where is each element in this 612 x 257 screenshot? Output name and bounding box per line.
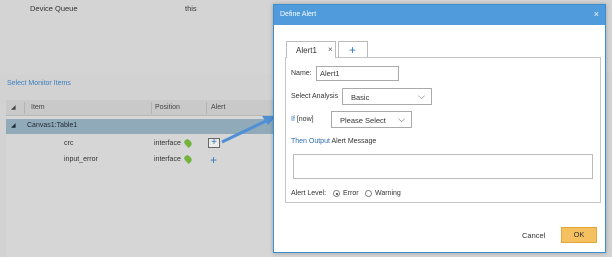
close-icon[interactable]: × [594, 9, 599, 19]
error-label: Error [343, 190, 359, 197]
condition-select[interactable]: Please Select ⌵ [331, 111, 412, 128]
name-input[interactable] [316, 66, 399, 81]
cancel-button[interactable]: Cancel [522, 231, 545, 240]
tab-alert1[interactable]: Alert1 × [286, 41, 336, 58]
alert-level-label: Alert Level: [291, 190, 327, 197]
warning-label: Warning [375, 190, 401, 197]
select-analysis-label: Select Analysis [291, 93, 339, 100]
condition-value: Please Select [340, 116, 386, 125]
if-context: [now] [296, 116, 314, 123]
if-keyword: If [291, 116, 295, 123]
tab-close-icon[interactable]: × [328, 45, 333, 54]
add-tab-button[interactable]: + [338, 41, 368, 57]
dialog-title: Define Alert [280, 11, 317, 18]
if-label: If [now] [291, 116, 314, 123]
then-output-line: Then Output Alert Message [291, 138, 376, 145]
plus-icon: + [349, 43, 357, 57]
dialog-header: Define Alert × [274, 5, 605, 25]
name-label: Name: [291, 70, 312, 77]
chevron-down-icon: ⌵ [418, 91, 425, 101]
warning-radio[interactable] [365, 190, 372, 197]
error-radio[interactable] [333, 190, 340, 197]
alert-message-input[interactable] [293, 154, 593, 179]
tab-label: Alert1 [296, 46, 317, 55]
analysis-select[interactable]: Basic ⌵ [342, 88, 432, 105]
alert-message-label: Alert Message [331, 138, 377, 145]
then-output-link[interactable]: Then Output [291, 138, 330, 145]
ok-button[interactable]: OK [561, 227, 597, 243]
analysis-value: Basic [351, 93, 370, 102]
define-alert-dialog: Define Alert × Alert1 × + Name: Select A… [273, 4, 606, 253]
chevron-down-icon: ⌵ [398, 114, 405, 124]
alert-form-panel: Name: Select Analysis Basic ⌵ If [now] P… [285, 57, 601, 203]
